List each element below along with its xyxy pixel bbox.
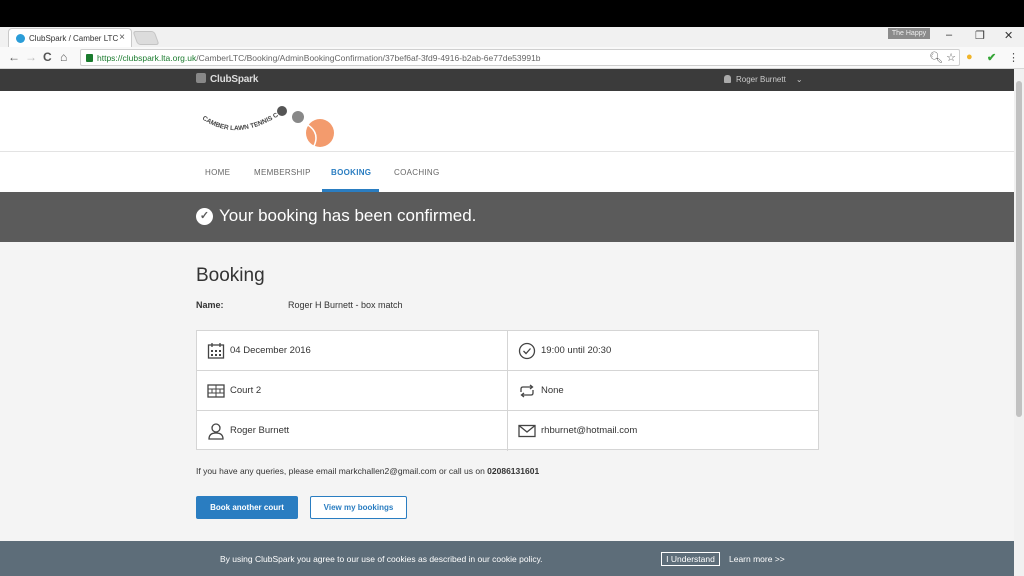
zoom-icon[interactable]: 🔍︎ xyxy=(929,51,943,64)
court-icon xyxy=(207,384,225,398)
detail-email: rhburnet@hotmail.com xyxy=(508,411,819,451)
menu-kebab-icon[interactable]: ⋮ xyxy=(1008,51,1019,64)
booking-time: 19:00 until 20:30 xyxy=(541,345,612,356)
window-close-icon[interactable]: ✕ xyxy=(1004,29,1013,42)
browser-toolbar: ← → C ⌂ https://clubspark.lta.org.uk/Cam… xyxy=(0,47,1024,69)
booking-email: rhburnet@hotmail.com xyxy=(541,425,638,436)
clock-check-icon xyxy=(518,342,536,360)
nav-home[interactable]: HOME xyxy=(205,168,230,177)
logo-text: CAMBER LAWN TENNIS CLUB xyxy=(196,97,280,132)
person-icon xyxy=(208,423,224,440)
club-header: CAMBER LAWN TENNIS CLUB xyxy=(0,91,1014,152)
detail-court: Court 2 xyxy=(197,371,508,411)
tab-close-icon[interactable]: × xyxy=(119,32,125,43)
home-icon[interactable]: ⌂ xyxy=(60,50,67,64)
url-host: https://clubspark.lta.org.uk xyxy=(97,53,197,63)
camber-ltc-logo[interactable]: CAMBER LAWN TENNIS CLUB xyxy=(196,97,346,149)
booking-court: Court 2 xyxy=(230,385,262,396)
page-scrollbar[interactable] xyxy=(1014,69,1024,576)
booking-repeat: None xyxy=(541,385,564,396)
user-menu[interactable]: Roger Burnett ⌄ xyxy=(724,75,803,84)
checkmark-extension-icon[interactable]: ✔ xyxy=(987,51,996,64)
scrollbar-thumb[interactable] xyxy=(1016,81,1022,417)
cookie-learn-more-link[interactable]: Learn more >> xyxy=(729,554,785,564)
confirmation-message: Your booking has been confirmed. xyxy=(219,206,477,225)
check-circle-icon: ✓ xyxy=(196,208,213,225)
clubspark-hex-icon xyxy=(196,73,206,83)
booking-details-grid: 04 December 2016 19:00 until 20:30 Court… xyxy=(196,330,819,451)
tab-title: ClubSpark / Camber LTC xyxy=(29,34,119,43)
queries-text: If you have any queries, please email ma… xyxy=(196,466,540,476)
envelope-icon xyxy=(518,424,536,438)
booking-date: 04 December 2016 xyxy=(230,345,311,356)
repeat-icon xyxy=(520,384,534,398)
restore-icon[interactable]: ❐ xyxy=(975,29,985,42)
page-title: Booking xyxy=(196,265,265,286)
confirmation-banner: ✓ Your booking has been confirmed. xyxy=(0,192,1014,242)
detail-repeat: None xyxy=(508,371,819,411)
name-value: Roger H Burnett - box match xyxy=(288,300,403,310)
detail-date: 04 December 2016 xyxy=(197,331,508,371)
calendar-icon xyxy=(207,343,225,359)
lock-icon xyxy=(86,54,93,62)
name-label: Name: xyxy=(196,300,224,310)
screen: ClubSpark / Camber LTC × The Happy – ❐ ✕… xyxy=(0,0,1024,576)
nav-booking[interactable]: BOOKING xyxy=(331,168,371,177)
forward-arrow-icon[interactable]: → xyxy=(25,50,37,64)
view-my-bookings-button[interactable]: View my bookings xyxy=(310,496,407,519)
extension-icon[interactable]: ● xyxy=(966,51,973,63)
profile-badge[interactable]: The Happy xyxy=(888,28,930,39)
nav-membership[interactable]: MEMBERSHIP xyxy=(254,168,311,177)
user-icon xyxy=(724,75,731,83)
nav-coaching[interactable]: COACHING xyxy=(394,168,440,177)
clubspark-logo[interactable]: ClubSpark xyxy=(196,73,258,85)
browser-tab[interactable]: ClubSpark / Camber LTC × xyxy=(8,28,132,47)
new-tab-button[interactable] xyxy=(132,31,160,45)
user-name: Roger Burnett xyxy=(736,75,786,84)
booking-person: Roger Burnett xyxy=(230,425,290,436)
detail-person: Roger Burnett xyxy=(197,411,508,451)
book-another-court-button[interactable]: Book another court xyxy=(196,496,298,519)
cookie-banner: By using ClubSpark you agree to our use … xyxy=(0,541,1014,576)
minimize-icon[interactable]: – xyxy=(946,29,952,41)
page-viewport: ClubSpark Roger Burnett ⌄ CAMBER LAWN TEN… xyxy=(0,69,1014,576)
clubspark-topbar: ClubSpark Roger Burnett ⌄ xyxy=(0,69,1014,91)
cookie-accept-button[interactable]: I Understand xyxy=(661,552,720,566)
cookie-text: By using ClubSpark you agree to our use … xyxy=(220,554,543,564)
main-nav: HOME MEMBERSHIP BOOKING COACHING xyxy=(0,152,1014,192)
url-path: /CamberLTC/Booking/AdminBookingConfirmat… xyxy=(196,53,541,63)
bookmark-star-icon[interactable]: ☆ xyxy=(946,51,956,64)
browser-tabbar: ClubSpark / Camber LTC × The Happy – ❐ ✕ xyxy=(0,27,1024,47)
reload-icon[interactable]: C xyxy=(43,50,52,64)
chevron-down-icon: ⌄ xyxy=(795,75,803,84)
detail-time: 19:00 until 20:30 xyxy=(508,331,819,371)
contact-phone: 02086131601 xyxy=(487,466,540,476)
url-bar[interactable]: https://clubspark.lta.org.uk/CamberLTC/B… xyxy=(80,49,960,66)
back-arrow-icon[interactable]: ← xyxy=(8,50,20,64)
clubspark-favicon-icon xyxy=(16,34,25,43)
